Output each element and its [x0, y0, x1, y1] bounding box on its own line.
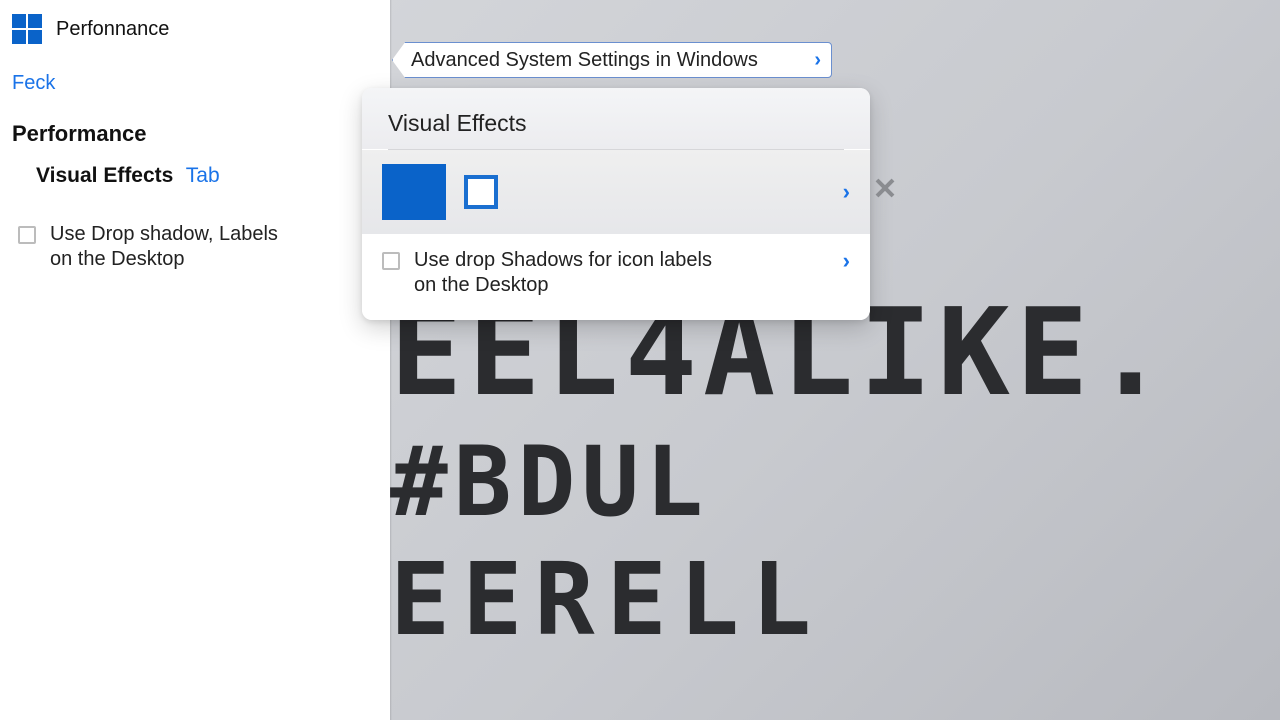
- sidebar-option-label: Use Drop shadow, Labels on the Desktop: [50, 222, 290, 272]
- sidebar-subitem-visual-effects[interactable]: Visual Effects Tab ✕: [12, 157, 378, 194]
- card-title: Visual Effects: [362, 88, 870, 149]
- checkbox-icon[interactable]: [18, 226, 36, 244]
- sidebar-subitem-tag: Tab: [186, 164, 220, 187]
- checkbox-icon[interactable]: [382, 252, 400, 270]
- breadcrumb[interactable]: Advanced System Settings in Windows ›: [392, 42, 832, 78]
- chevron-right-icon: ›: [814, 49, 821, 72]
- windows-logo-icon: [12, 14, 42, 44]
- sidebar: Perfonnance Feck Performance › Visual Ef…: [0, 0, 390, 720]
- chevron-right-icon[interactable]: ›: [843, 179, 850, 205]
- card-row-swatches[interactable]: ›: [362, 150, 870, 234]
- card-row-option[interactable]: Use drop Shadows for icon labels on the …: [362, 234, 870, 320]
- sidebar-link-feck[interactable]: Feck: [12, 54, 378, 111]
- sidebar-item-label: Performance: [12, 121, 147, 147]
- close-icon[interactable]: [872, 175, 898, 201]
- breadcrumb-label: Advanced System Settings in Windows: [411, 49, 758, 72]
- chevron-right-icon[interactable]: ›: [843, 248, 850, 274]
- app-header: Perfonnance: [12, 10, 378, 54]
- sidebar-subitem-label: Visual Effects: [36, 164, 173, 187]
- swatch-outline-icon[interactable]: [464, 175, 498, 209]
- visual-effects-card: Visual Effects › Use drop Shadows for ic…: [362, 88, 870, 320]
- card-option-label: Use drop Shadows for icon labels on the …: [414, 248, 734, 298]
- swatch-group: [382, 164, 498, 220]
- background-text: EEL4ALIKE. #BDUL EERELL: [390, 268, 1172, 663]
- sidebar-item-performance[interactable]: Performance ›: [12, 111, 378, 157]
- app-title: Perfonnance: [56, 18, 169, 41]
- swatch-filled-icon[interactable]: [382, 164, 446, 220]
- sidebar-option-drop-shadow[interactable]: Use Drop shadow, Labels on the Desktop ›: [12, 194, 378, 278]
